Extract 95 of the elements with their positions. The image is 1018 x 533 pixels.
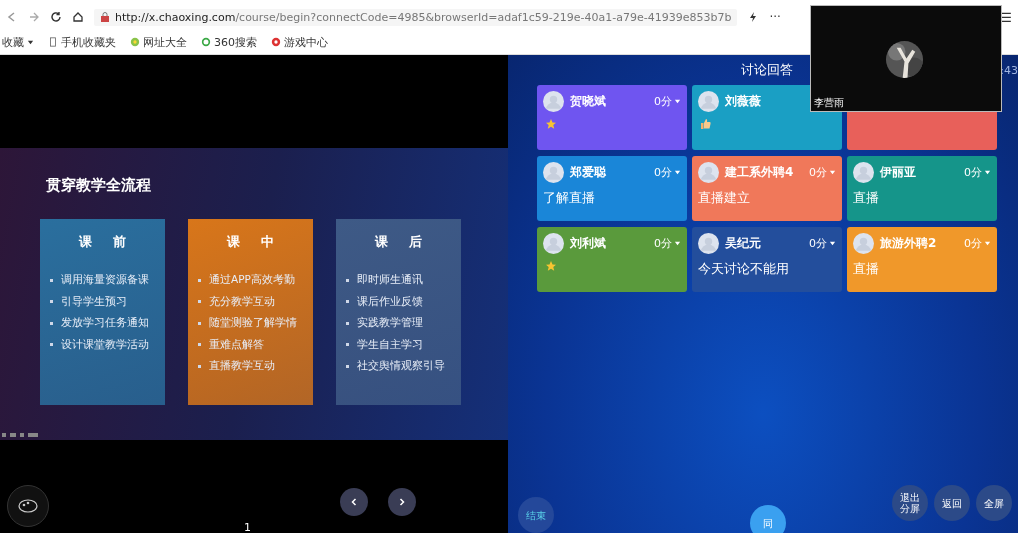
palette-icon: [18, 499, 38, 513]
back-button[interactable]: 返回: [934, 485, 970, 521]
bullet-icon: [198, 364, 201, 368]
star-icon: [545, 260, 557, 272]
stage-item: 充分教学互动: [209, 294, 275, 307]
game-icon: [271, 37, 281, 47]
bullet-icon: [50, 321, 53, 325]
score-dropdown[interactable]: 0分: [654, 165, 681, 180]
phone-icon: [48, 37, 58, 47]
ring-icon: [201, 37, 211, 47]
stage-item: 调用海量资源备课: [61, 273, 149, 285]
student-name: 伊丽亚: [880, 164, 916, 181]
bullet-icon: [346, 300, 349, 303]
bullet-icon: [346, 364, 349, 368]
bullet-icon: [198, 321, 201, 325]
next-button[interactable]: [388, 488, 416, 516]
avatar-icon: [543, 162, 564, 183]
caret-icon: [674, 169, 681, 176]
student-name: 贺晓斌: [570, 93, 606, 110]
student-name: 刘薇薇: [725, 93, 761, 110]
bookmark-label[interactable]: 游戏中心: [284, 34, 328, 50]
bullet-icon: [346, 278, 349, 282]
slide-title: 贯穿教学全流程: [46, 176, 152, 195]
student-name: 建工系外聘4: [725, 164, 794, 181]
stage-heading: 课前: [77, 233, 148, 251]
avatar-icon: [698, 233, 719, 254]
star-icon: [545, 118, 557, 130]
caret-icon: [984, 169, 991, 176]
end-button[interactable]: 结束: [518, 497, 554, 533]
bullet-icon: [198, 343, 201, 346]
avatar-icon: [698, 91, 719, 112]
answer-text: 了解直播: [543, 189, 596, 207]
stage-item: 重难点解答: [209, 337, 264, 350]
stage-item: 引导学生预习: [61, 294, 127, 307]
home-icon[interactable]: [72, 11, 84, 23]
bullet-icon: [198, 300, 201, 303]
previous-button[interactable]: [340, 488, 368, 516]
score-dropdown[interactable]: 0分: [809, 236, 836, 251]
avatar-icon: [698, 162, 719, 183]
chevron-left-icon: [349, 497, 359, 507]
stage-item: 学生自主学习: [357, 337, 423, 350]
caret-icon: [829, 169, 836, 176]
answer-text: 直播建立: [698, 189, 751, 207]
exit-split-button[interactable]: 退出分屏: [892, 485, 928, 521]
thumbs-up-icon: [700, 118, 712, 130]
reload-icon[interactable]: [50, 11, 62, 23]
bullet-icon: [346, 343, 349, 346]
panel-title: 讨论回答: [741, 61, 793, 79]
bookmark-label[interactable]: 360搜索: [214, 34, 257, 50]
student-name: 旅游外聘2: [880, 235, 937, 252]
globe-icon: [130, 37, 140, 47]
address-bar[interactable]: http://x.chaoxing.com/course/begin?connectCode=4985&browserId=adaf1c59-219e-40a1-a79e-41939e853b7b: [94, 8, 738, 26]
stage-heading: 课中: [225, 233, 296, 251]
fullscreen-button[interactable]: 全屏: [976, 485, 1012, 521]
bullet-icon: [198, 278, 201, 282]
bullet-icon: [50, 300, 53, 303]
bullet-icon: [50, 343, 53, 346]
caret-icon: [674, 240, 681, 247]
stage-item: 即时师生通讯: [357, 273, 423, 285]
bookmark-label[interactable]: 收藏: [2, 34, 24, 50]
stage-item: 通过APP高效考勤: [209, 273, 295, 285]
student-name: 吴纪元: [725, 235, 761, 252]
avatar-icon: [543, 233, 564, 254]
bullet-icon: [50, 278, 53, 282]
chevron-right-icon: [397, 497, 407, 507]
stage-item: 社交舆情观察引导: [357, 359, 445, 371]
stage-item: 设计课堂教学活动: [61, 337, 149, 350]
page-number: 1: [244, 522, 251, 533]
avatar-icon: [543, 91, 564, 112]
stage-item: 实践教学管理: [357, 316, 423, 328]
score-dropdown[interactable]: 0分: [654, 94, 681, 109]
caret-icon: [674, 98, 681, 105]
stage-item: 课后作业反馈: [357, 294, 423, 307]
stage-item: 直播教学互动: [209, 359, 275, 371]
video-caption: 李营雨: [814, 96, 844, 110]
palette-button[interactable]: [7, 485, 49, 527]
answer-text: 今天讨论不能用: [698, 260, 790, 278]
answer-text: 直播: [853, 260, 880, 278]
more-button[interactable]: ···: [769, 10, 781, 24]
caret-icon[interactable]: [27, 38, 34, 46]
bookmark-label[interactable]: 手机收藏夹: [61, 34, 116, 50]
timer: :43: [1000, 63, 1018, 77]
student-name: 刘利斌: [570, 235, 606, 252]
stage-item: 随堂测验了解学情: [209, 316, 297, 328]
bookmark-label[interactable]: 网址大全: [143, 34, 187, 50]
score-dropdown[interactable]: 0分: [964, 165, 991, 180]
answer-text: 直播: [853, 189, 880, 207]
bullet-icon: [346, 321, 349, 325]
caret-icon: [984, 240, 991, 247]
avatar-icon: [853, 233, 874, 254]
stage-heading: 课后: [373, 233, 444, 251]
stage-item: 发放学习任务通知: [61, 316, 149, 328]
avatar-icon: [853, 162, 874, 183]
student-name: 郑爱聪: [570, 164, 606, 181]
caret-icon: [829, 240, 836, 247]
